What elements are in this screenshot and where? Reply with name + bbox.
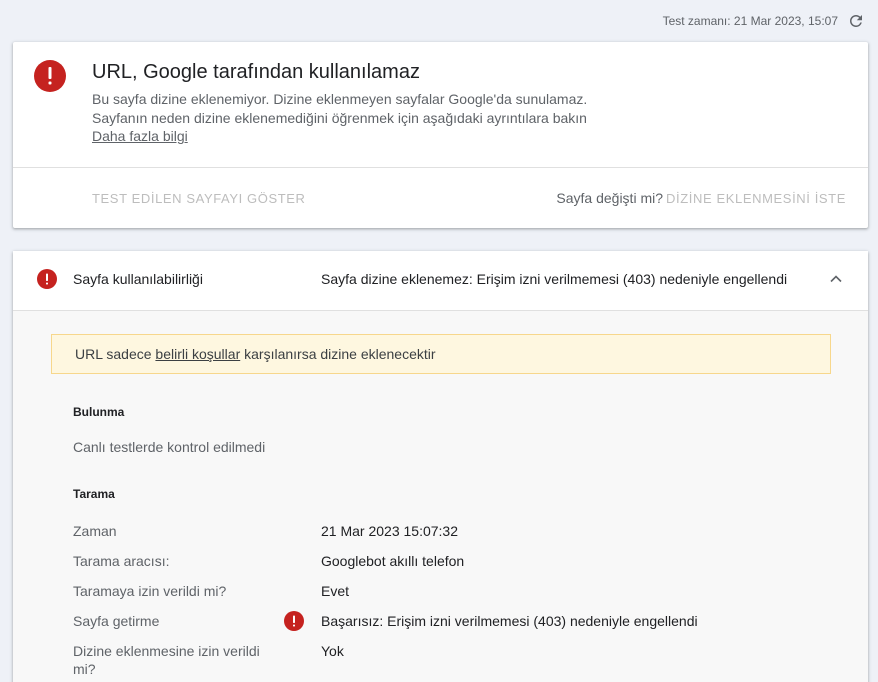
page-fetch-value: Başarısız: Erişim izni verilmemesi (403)… <box>321 613 698 629</box>
error-icon <box>284 611 304 631</box>
refresh-icon[interactable] <box>846 11 866 31</box>
crawler-value: Googlebot akıllı telefon <box>321 553 465 569</box>
error-icon <box>34 60 66 92</box>
page-availability-status: Sayfa dizine eklenemez: Erişim izni veri… <box>321 271 788 287</box>
status-actions: TEST EDİLEN SAYFAYI GÖSTER Sayfa değişti… <box>13 167 868 228</box>
notice-suffix: karşılanırsa dizine eklenecektir <box>240 346 436 362</box>
status-description: Bu sayfa dizine eklenemiyor. Dizine ekle… <box>92 90 692 128</box>
discovery-section-title: Bulunma <box>73 405 125 419</box>
conditional-indexing-notice: URL sadece belirli koşullar karşılanırsa… <box>51 334 831 374</box>
indexing-allowed-value: Yok <box>321 643 344 659</box>
crawl-allowed-value: Evet <box>321 583 350 599</box>
status-title: URL, Google tarafından kullanılamaz <box>92 61 420 83</box>
top-bar: Test zamanı: 21 Mar 2023, 15:07 <box>0 0 878 42</box>
crawl-time-value: 21 Mar 2023 15:07:32 <box>321 523 458 539</box>
page-changed-label: Sayfa değişti mi? <box>556 190 663 206</box>
page-availability-label: Sayfa kullanılabilirliği <box>73 271 203 287</box>
page-fetch-label: Sayfa getirme <box>73 613 160 629</box>
notice-prefix: URL sadece <box>75 346 156 362</box>
test-time: Test zamanı: 21 Mar 2023, 15:07 <box>662 14 838 28</box>
page-availability-header[interactable]: Sayfa kullanılabilirliği Sayfa dizine ek… <box>13 251 868 311</box>
crawler-label: Tarama aracısı: <box>73 553 170 569</box>
page: Test zamanı: 21 Mar 2023, 15:07 URL, Goo… <box>0 0 878 682</box>
certain-conditions-link[interactable]: belirli koşullar <box>155 346 240 362</box>
learn-more-link[interactable]: Daha fazla bilgi <box>92 128 188 144</box>
crawl-allowed-label: Taramaya izin verildi mi? <box>73 583 227 599</box>
status-desc-line2: Sayfanın neden dizine eklenemediğini öğr… <box>92 110 587 126</box>
page-availability-card: Sayfa kullanılabilirliği Sayfa dizine ek… <box>13 251 868 682</box>
request-indexing-button[interactable]: DİZİNE EKLENMESİNİ İSTE <box>666 168 846 229</box>
status-desc-line1: Bu sayfa dizine eklenemiyor. Dizine ekle… <box>92 91 588 107</box>
indexing-allowed-label: Dizine eklenmesine izin verildi mi? <box>73 643 260 677</box>
discovery-text: Canlı testlerde kontrol edilmedi <box>73 439 266 455</box>
status-card: URL, Google tarafından kullanılamaz Bu s… <box>13 42 868 228</box>
status-body: URL, Google tarafından kullanılamaz Bu s… <box>13 42 868 167</box>
error-icon <box>37 269 57 289</box>
crawl-time-label: Zaman <box>73 523 117 539</box>
crawl-section-title: Tarama <box>73 487 115 501</box>
show-tested-page-button[interactable]: TEST EDİLEN SAYFAYI GÖSTER <box>92 168 306 229</box>
chevron-up-icon[interactable] <box>826 269 846 289</box>
